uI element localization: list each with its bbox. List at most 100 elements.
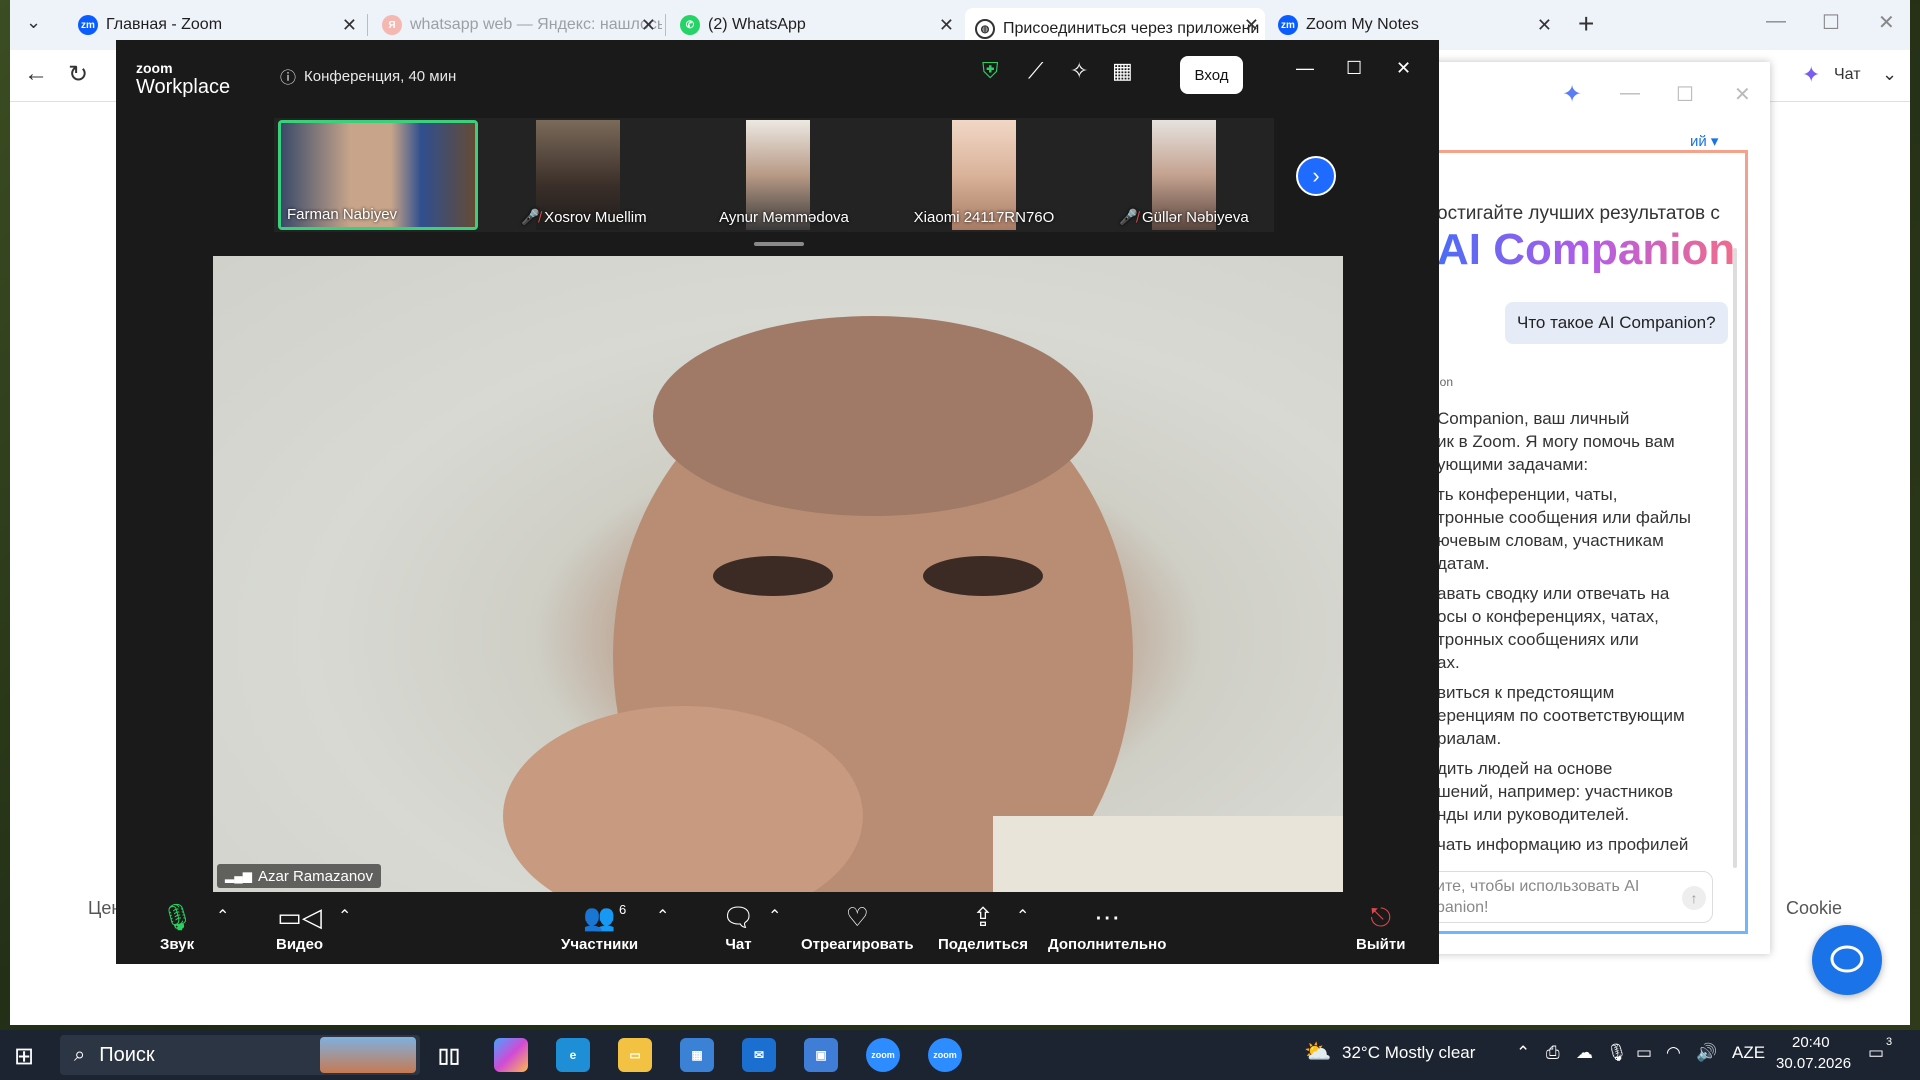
more-button[interactable]: ⋯ Дополнительно (1048, 900, 1166, 953)
copilot-icon[interactable]: ✦ (1802, 62, 1820, 88)
ai-answer-line: ючевым словам, участникам (1437, 531, 1664, 550)
meeting-info[interactable]: ⓘ Конференция, 40 мин (280, 64, 456, 88)
wifi-icon[interactable]: ◠ (1666, 1043, 1681, 1063)
weather-text[interactable]: 32°C Mostly clear (1342, 1043, 1475, 1063)
cloud-icon[interactable]: ☁ (1576, 1043, 1593, 1063)
maximize-icon[interactable]: ☐ (1676, 82, 1694, 107)
reload-icon[interactable]: ↻ (68, 60, 88, 89)
shield-check-icon[interactable]: ⛨ (982, 58, 999, 84)
participant-tile[interactable]: Aynur Məmmədova (684, 120, 884, 230)
minimize-icon[interactable]: — (1620, 82, 1640, 105)
chat-label[interactable]: Чат (1834, 66, 1861, 84)
taskbar-search[interactable]: ⌕ Поиск (60, 1035, 420, 1075)
chevron-down-icon[interactable]: ⌄ (1882, 64, 1897, 85)
control-panel-icon[interactable]: ▣ (804, 1038, 838, 1072)
tray-chevron-up-icon[interactable]: ⌃ (1516, 1043, 1530, 1063)
tab-whatsapp[interactable]: ✆ (2) WhatsApp ✕ (670, 8, 960, 42)
zoom-logo: zoom (136, 60, 173, 76)
leave-label: Выйти (1356, 936, 1406, 953)
ai-answer-line: осы о конференциях, чатах, (1437, 607, 1659, 626)
maximize-icon[interactable]: ☐ (1346, 58, 1362, 79)
dropdown-fragment[interactable]: ий ▾ (1690, 132, 1718, 150)
copilot-app-icon[interactable] (494, 1038, 528, 1072)
task-view-icon[interactable]: ▯▯ (432, 1038, 466, 1072)
language-indicator[interactable]: AZE (1732, 1043, 1765, 1063)
audio-options-chevron-icon[interactable]: ⌃ (216, 906, 229, 926)
windows-start-icon[interactable]: ⊞ (14, 1042, 34, 1071)
close-window-icon[interactable]: ✕ (1734, 82, 1751, 107)
ai-answer-line: Companion, ваш личный (1437, 409, 1630, 428)
participants-options-chevron-icon[interactable]: ⌃ (656, 906, 669, 926)
share-options-chevron-icon[interactable]: ⌃ (1016, 906, 1029, 926)
speaker-silhouette (503, 316, 1343, 892)
close-window-icon[interactable]: ✕ (1396, 58, 1411, 79)
file-explorer-icon[interactable]: ▭ (618, 1038, 652, 1072)
ai-answer-line: чать информацию из профилей (1437, 835, 1689, 854)
signin-button[interactable]: Вход (1180, 56, 1243, 94)
participant-tile[interactable]: 🎤̸ Güllər Nəbiyeva (1084, 120, 1284, 230)
close-window-icon[interactable]: ✕ (1878, 10, 1895, 35)
participant-tile[interactable]: Xiaomi 24117RN76O (884, 120, 1084, 230)
ai-prompt-input[interactable]: ите, чтобы использовать AI panion! ↑ (1423, 871, 1713, 923)
video-options-chevron-icon[interactable]: ⌃ (338, 906, 351, 926)
chat-options-chevron-icon[interactable]: ⌃ (768, 906, 781, 926)
clock-date[interactable]: 30.07.2026 (1776, 1055, 1851, 1072)
participants-button[interactable]: 👥 Участники (561, 900, 638, 953)
chat-label: Чат (725, 936, 752, 953)
new-tab-plus-icon[interactable]: + (1578, 8, 1594, 40)
page-text-fragment[interactable]: Cookie (1786, 898, 1842, 919)
edge-browser-icon[interactable]: e (556, 1038, 590, 1072)
zoom-app-icon[interactable]: zoom (866, 1038, 900, 1072)
microsoft-store-icon[interactable]: ▦ (680, 1038, 714, 1072)
volume-icon[interactable]: 🔊 (1696, 1043, 1717, 1063)
close-icon[interactable]: ✕ (1244, 15, 1259, 36)
apps-icon[interactable]: ▦ (1112, 58, 1133, 84)
tab-zoom-home[interactable]: zm Главная - Zoom ✕ (68, 8, 363, 42)
participant-tile[interactable]: Farman Nabiyev (278, 120, 478, 230)
react-button[interactable]: ♡ Отреагировать (801, 900, 914, 953)
sparkle-icon[interactable]: ✧ (1070, 58, 1088, 84)
weather-icon[interactable]: ⛅ (1304, 1039, 1331, 1065)
audio-label: Звук (160, 936, 195, 953)
strip-next-arrow-icon[interactable]: › (1296, 156, 1336, 196)
tab-separator (665, 14, 666, 36)
share-label: Поделиться (938, 936, 1029, 953)
strip-drag-handle[interactable] (754, 242, 804, 246)
react-label: Отреагировать (801, 936, 914, 953)
tab-separator (367, 14, 368, 36)
leave-button[interactable]: ⎋ Выйти (1356, 900, 1405, 953)
tab-label: Присоединиться через приложени (1003, 20, 1260, 37)
battery-icon[interactable]: ▭ (1636, 1043, 1652, 1063)
close-icon[interactable]: ✕ (1537, 15, 1552, 36)
back-arrow-icon[interactable]: ← (24, 60, 48, 88)
participant-tile[interactable]: 🎤̸ Xosrov Muellim (484, 120, 684, 230)
tray-microphone-icon[interactable]: 🎙 (1606, 1043, 1628, 1063)
clock-time[interactable]: 20:40 (1792, 1034, 1830, 1051)
tab-label: Zoom My Notes (1306, 16, 1419, 33)
notification-icon[interactable]: ▭ (1868, 1043, 1884, 1063)
zoom-titlebar: zoom Workplace ⓘ Конференция, 40 мин ⛨ ⟋… (116, 40, 1439, 106)
tab-list-chevron-icon[interactable]: ⌄ (26, 12, 41, 33)
video-button[interactable]: ▭◁ Видео (276, 900, 323, 953)
tab-zoom-notes[interactable]: zm Zoom My Notes ✕ (1268, 8, 1558, 42)
minimize-icon[interactable]: — (1766, 10, 1786, 33)
ai-companion-card: остигайте лучших результатов с AI Compan… (1420, 150, 1748, 934)
close-icon[interactable]: ✕ (939, 15, 954, 36)
tray-device-icon[interactable]: ⎙ (1546, 1043, 1560, 1063)
close-icon[interactable]: ✕ (641, 15, 656, 36)
magic-wand-icon[interactable]: ⟋ (1028, 58, 1043, 84)
tab-label: whatsapp web — Яндекс: нашлось (410, 16, 662, 33)
ai-scrollbar[interactable] (1733, 248, 1737, 868)
maximize-icon[interactable]: ☐ (1822, 10, 1840, 35)
minimize-icon[interactable]: — (1296, 58, 1314, 79)
support-chat-button[interactable] (1812, 925, 1882, 995)
ai-headline-top: остигайте лучших результатов с (1437, 203, 1720, 224)
outlook-icon[interactable]: ✉ (742, 1038, 776, 1072)
close-icon[interactable]: ✕ (342, 15, 357, 36)
audio-button[interactable]: 🎙 Звук (160, 900, 194, 953)
zoom-app-icon[interactable]: zoom (928, 1038, 962, 1072)
send-arrow-icon[interactable]: ↑ (1682, 886, 1706, 910)
share-button[interactable]: ⇪ Поделиться (938, 900, 1028, 953)
chat-button[interactable]: 🗨 Чат (722, 900, 755, 953)
tab-yandex[interactable]: Я whatsapp web — Яндекс: нашлось ✕ (372, 8, 662, 42)
